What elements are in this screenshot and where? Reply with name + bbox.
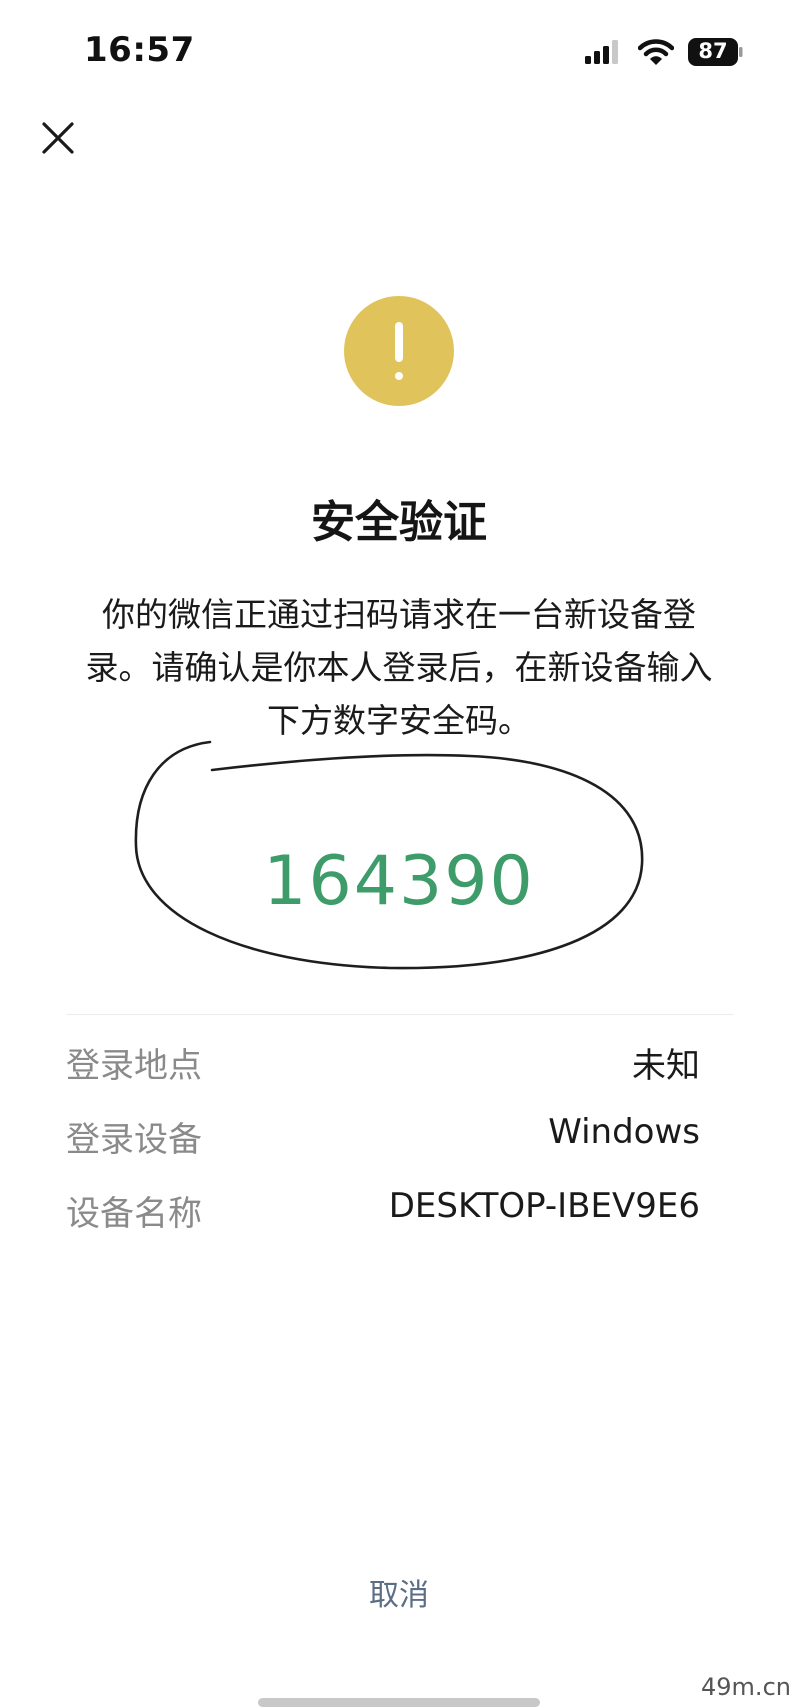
status-bar: 16:57 87 (0, 0, 798, 100)
home-indicator (258, 1698, 540, 1707)
page-title: 安全验证 (311, 497, 487, 548)
info-label: 登录地点 (66, 1046, 202, 1086)
warning-icon (344, 296, 454, 406)
info-label: 设备名称 (66, 1194, 202, 1234)
verification-description: 你的微信正通过扫码请求在一台新设备登录。请确认是你本人登录后，在新设备输入下方数… (85, 595, 713, 740)
info-row-device-name: 设备名称 DESKTOP-IBEV9E6 (66, 1186, 700, 1236)
info-row-login-device: 登录设备 Windows (66, 1112, 700, 1162)
close-button[interactable] (36, 116, 80, 160)
security-code: 164390 (263, 842, 535, 921)
status-time: 16:57 (84, 30, 195, 70)
exclamation-dot (395, 372, 403, 380)
watermark: 49m.cn (694, 1668, 798, 1707)
info-value: 未知 (632, 1046, 700, 1086)
info-value: Windows (548, 1112, 700, 1152)
info-label: 登录设备 (66, 1120, 202, 1160)
battery-level: 87 (698, 39, 728, 63)
divider (66, 1014, 734, 1015)
cancel-button[interactable]: 取消 (349, 1570, 449, 1614)
exclamation-bar (395, 322, 403, 362)
close-icon (42, 122, 74, 154)
wifi-icon (638, 39, 674, 65)
info-value: DESKTOP-IBEV9E6 (388, 1186, 700, 1226)
signal-icon (585, 40, 618, 64)
info-row-login-location: 登录地点 未知 (66, 1038, 700, 1088)
